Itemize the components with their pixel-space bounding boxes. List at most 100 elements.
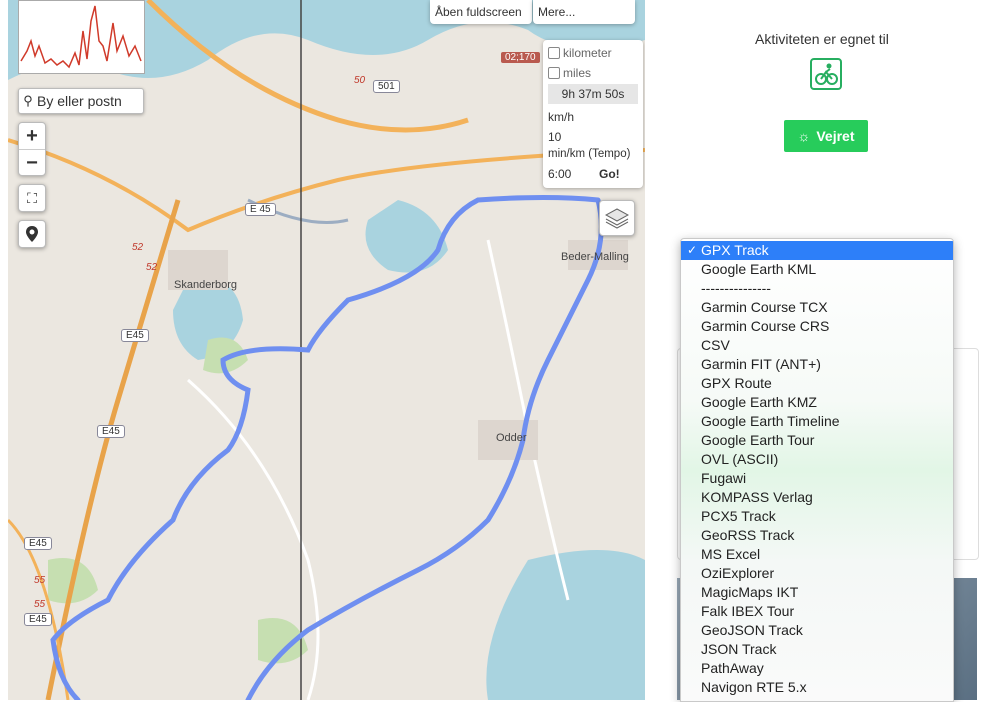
format-option[interactable]: Google Earth KMZ: [681, 393, 953, 412]
layers-button[interactable]: [599, 200, 635, 236]
format-option-label: MS Excel: [701, 546, 761, 562]
format-option-label: CSV: [701, 337, 730, 353]
format-option[interactable]: PathAway: [681, 659, 953, 678]
format-option-label: Google Earth KMZ: [701, 394, 817, 410]
place-label-skanderborg: Skanderborg: [174, 279, 237, 291]
road-label-52: 52: [132, 242, 144, 253]
format-option[interactable]: MagicMaps IKT: [681, 583, 953, 602]
format-option-label: JSON Track: [701, 641, 777, 657]
format-option[interactable]: Google Earth Tour: [681, 431, 953, 450]
activity-suitability-label: Aktiviteten er egnet til: [755, 31, 889, 47]
fullscreen-toggle-button[interactable]: ⛶: [18, 184, 46, 212]
cyclist-icon: [810, 58, 842, 90]
weather-button[interactable]: ☼ Vejret: [784, 120, 868, 152]
tempo-label: min/km (Tempo): [548, 148, 631, 160]
go-button[interactable]: Go!: [599, 167, 620, 181]
sun-icon: ☼: [797, 128, 811, 144]
open-fullscreen-button[interactable]: Åben fuldscreen: [430, 0, 532, 24]
road-label-e45: E45: [24, 613, 52, 626]
format-option[interactable]: Google Earth Timeline: [681, 412, 953, 431]
format-option-label: Garmin FIT (ANT+): [701, 356, 821, 372]
format-option-label: Garmin Course TCX: [701, 299, 828, 315]
layers-icon: [605, 208, 629, 229]
weather-button-label: Vejret: [816, 128, 855, 144]
format-option-label: PCX5 Track: [701, 508, 776, 524]
miles-checkbox[interactable]: [548, 67, 560, 79]
format-option-label: OziExplorer: [701, 565, 775, 581]
location-search[interactable]: ⚲ By eller postn: [18, 88, 144, 114]
water-lake-east: [365, 200, 448, 273]
format-option-label: Google Earth KML: [701, 261, 817, 277]
format-option-label: PathAway: [701, 660, 764, 676]
locate-button[interactable]: [18, 220, 46, 248]
format-option[interactable]: GPX Route: [681, 374, 953, 393]
format-option[interactable]: JSON Track: [681, 640, 953, 659]
road-label-50: 50: [354, 75, 366, 86]
format-option[interactable]: CSV: [681, 336, 953, 355]
format-option[interactable]: ---------------: [681, 279, 953, 298]
place-label-beder-malling: Beder-Malling: [561, 251, 629, 263]
format-option-label: GeoJSON Track: [701, 622, 803, 638]
format-option-label: GPX Track: [701, 242, 769, 258]
format-option[interactable]: OziExplorer: [681, 564, 953, 583]
road-label-501: 501: [373, 80, 400, 93]
format-option[interactable]: Navigon RTE 5.x: [681, 678, 953, 697]
map-view[interactable]: E 45 E45 E45 E45 E45 501 52 52 50 55 55 …: [8, 0, 645, 700]
checkmark-icon: ✓: [687, 243, 698, 257]
kilometer-label: kilometer: [563, 46, 612, 60]
format-option-label: MagicMaps IKT: [701, 584, 799, 600]
road-label-e45: E 45: [245, 203, 276, 216]
road-label-02: 02;170: [501, 52, 540, 63]
format-option-label: Garmin Course CRS: [701, 318, 830, 334]
unit-kilometer-option[interactable]: kilometer: [548, 46, 612, 60]
format-option[interactable]: Garmin Course CRS: [681, 317, 953, 336]
road-label-52: 52: [146, 262, 158, 273]
search-icon: ⚲: [23, 93, 33, 108]
format-option-label: GPX Route: [701, 375, 772, 391]
format-option[interactable]: OVL (ASCII): [681, 450, 953, 469]
format-option-label: Google Earth Tour: [701, 432, 815, 448]
elevation-profile: [20, 5, 142, 69]
duration-display: 9h 37m 50s: [548, 84, 638, 104]
format-option[interactable]: Garmin FIT (ANT+): [681, 355, 953, 374]
road-label-55: 55: [34, 575, 46, 586]
zoom-out-button[interactable]: −: [19, 150, 45, 176]
format-option[interactable]: KOMPASS Verlag: [681, 488, 953, 507]
road-label-e45: E45: [97, 425, 125, 438]
format-option-label: Navigon RTE 5.x: [701, 679, 807, 695]
elevation-mini-chart[interactable]: [18, 0, 145, 74]
zoom-in-button[interactable]: +: [19, 123, 45, 150]
tempo-input[interactable]: 6:00: [548, 167, 571, 181]
format-option[interactable]: Falk IBEX Tour: [681, 602, 953, 621]
format-option-label: ---------------: [701, 280, 771, 296]
search-input[interactable]: By eller postn: [37, 93, 122, 109]
format-option[interactable]: GeoRSS Track: [681, 526, 953, 545]
place-label-odder: Odder: [496, 432, 527, 444]
format-option-label: Falk IBEX Tour: [701, 603, 795, 619]
kmh-input[interactable]: 10: [548, 129, 592, 145]
miles-label: miles: [563, 66, 592, 80]
road-label-55: 55: [34, 599, 46, 610]
format-option[interactable]: GeoJSON Track: [681, 621, 953, 640]
format-option[interactable]: MS Excel: [681, 545, 953, 564]
zoom-control[interactable]: + −: [18, 122, 46, 176]
road-label-e45: E45: [24, 537, 52, 550]
format-option-label: Fugawi: [701, 470, 747, 486]
format-option[interactable]: Google Earth KML: [681, 260, 953, 279]
format-option[interactable]: PCX5 Track: [681, 507, 953, 526]
water-south: [486, 550, 645, 700]
unit-miles-option[interactable]: miles: [548, 66, 591, 80]
kmh-label: km/h: [548, 110, 575, 124]
file-format-dropdown[interactable]: ✓ GPX Track Google Earth KML --------------…: [680, 238, 954, 702]
kilometer-checkbox[interactable]: [548, 47, 560, 59]
fullscreen-icon: ⛶: [27, 189, 37, 206]
format-option-label: KOMPASS Verlag: [701, 489, 813, 505]
format-option[interactable]: Fugawi: [681, 469, 953, 488]
format-option[interactable]: Garmin Course TCX: [681, 298, 953, 317]
format-option-label: Google Earth Timeline: [701, 413, 840, 429]
location-pin-icon: [26, 226, 38, 242]
more-button[interactable]: Mere...: [533, 0, 635, 24]
format-option[interactable]: ✓ GPX Track: [681, 241, 953, 260]
speed-settings-panel: kilometer miles 9h 37m 50s km/h 10 min/k…: [543, 40, 643, 188]
road-label-e45: E45: [121, 329, 149, 342]
